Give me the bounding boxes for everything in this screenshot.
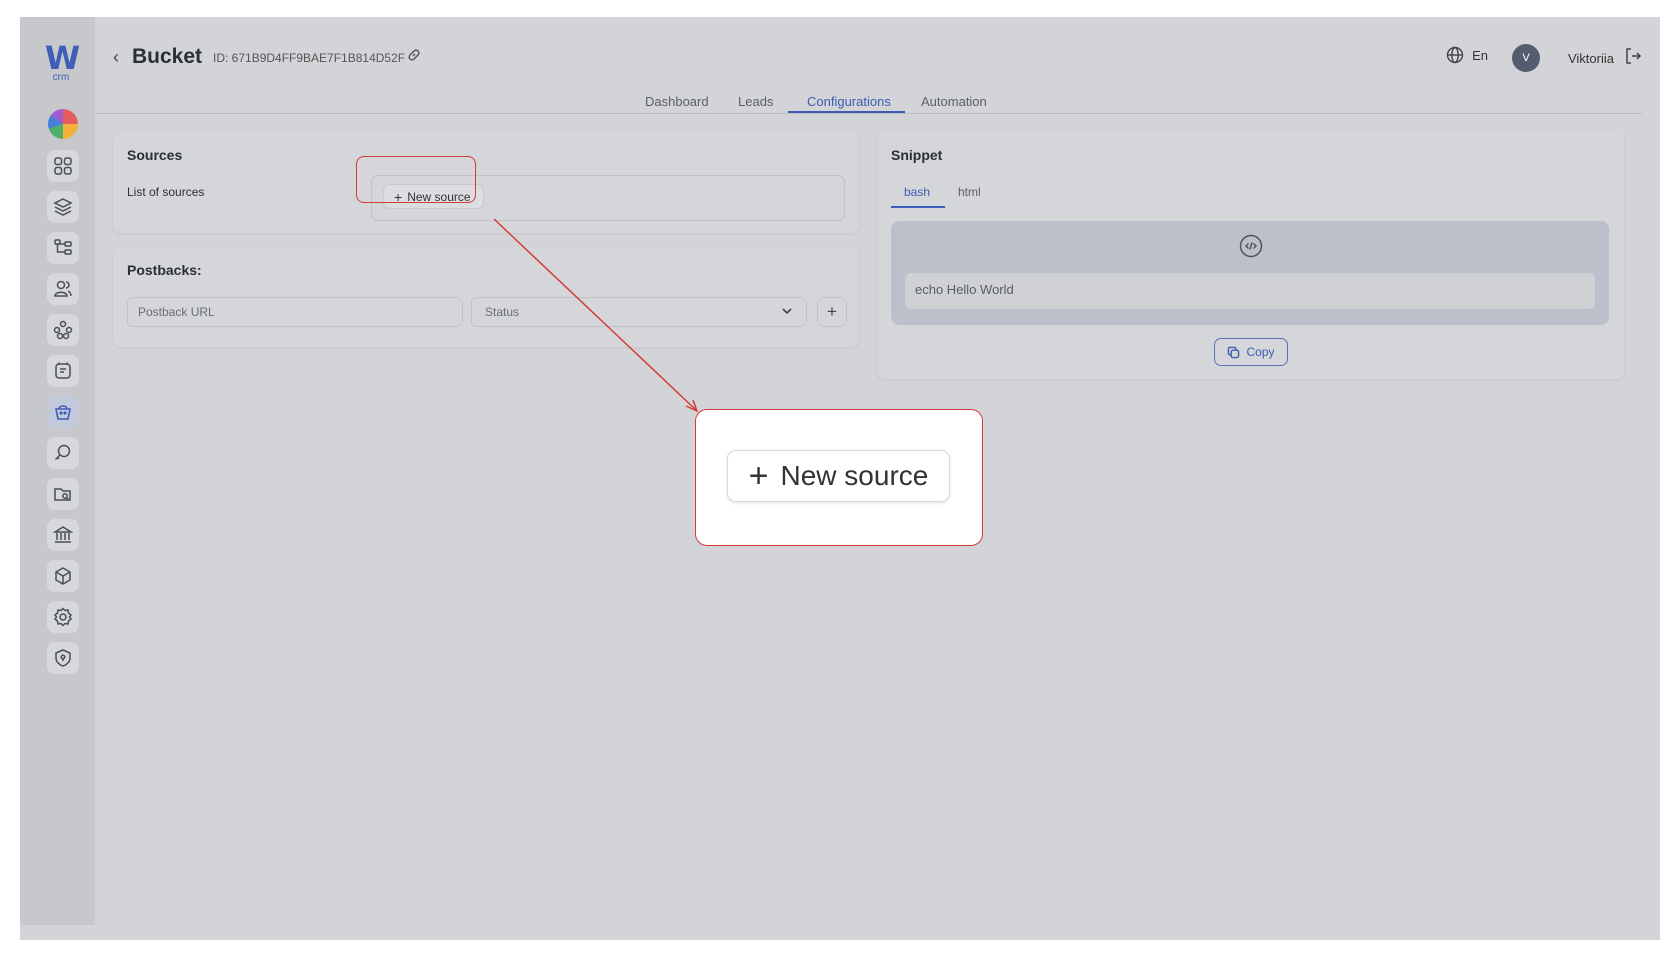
highlight-box [356, 156, 476, 203]
snippet-tab-bash[interactable]: bash [904, 185, 930, 199]
zoom-callout: + New source [695, 409, 983, 546]
code-text[interactable]: echo Hello World [905, 273, 1595, 309]
copy-button[interactable]: Copy [1214, 338, 1288, 366]
copy-label: Copy [1246, 345, 1275, 359]
notes-icon[interactable] [47, 355, 79, 387]
logo-letter: W [44, 39, 80, 77]
copy-link-icon[interactable] [406, 47, 422, 68]
chevron-down-icon [781, 305, 793, 320]
user-name[interactable]: Viktoriia [1568, 51, 1614, 66]
key-search-icon[interactable] [47, 437, 79, 469]
globe-icon [1446, 46, 1464, 64]
layers-icon[interactable] [47, 191, 79, 223]
settings-icon[interactable] [47, 601, 79, 633]
back-arrow-icon[interactable]: ‹ [113, 47, 119, 68]
tab-leads[interactable]: Leads [738, 94, 773, 109]
active-tab-indicator [788, 111, 905, 113]
sources-card: Sources List of sources + New source [113, 131, 859, 233]
avatar[interactable]: V [1512, 44, 1540, 72]
status-placeholder: Status [485, 305, 520, 319]
tab-configurations[interactable]: Configurations [807, 94, 891, 109]
code-icon [1239, 234, 1263, 263]
bucket-id: ID: 671B9D4FF9BAE7F1B814D52F [213, 51, 406, 65]
language-label: En [1472, 47, 1488, 63]
code-block: echo Hello World [891, 221, 1609, 325]
language-switch[interactable]: En [1446, 46, 1488, 64]
postbacks-card: Postbacks: Postback URL Status + [113, 247, 859, 347]
folder-search-icon[interactable] [47, 478, 79, 510]
list-of-sources-label: List of sources [127, 185, 205, 199]
postback-url-input[interactable]: Postback URL [127, 297, 463, 327]
plus-icon: + [748, 457, 769, 495]
hierarchy-icon[interactable] [47, 232, 79, 264]
snippet-tab-html[interactable]: html [958, 185, 981, 199]
network-icon[interactable] [47, 314, 79, 346]
shield-icon[interactable] [47, 642, 79, 674]
tab-bar: Dashboard Leads Configurations Automatio… [95, 87, 1642, 114]
tab-dashboard[interactable]: Dashboard [645, 94, 709, 109]
status-select[interactable]: Status [471, 297, 807, 327]
logout-icon[interactable] [1624, 47, 1642, 70]
new-source-button-zoomed[interactable]: + New source [727, 450, 950, 502]
postbacks-title: Postbacks: [127, 262, 202, 278]
sidebar: W crm [20, 17, 95, 925]
snippet-active-tab-indicator [891, 206, 945, 208]
snippet-card: Snippet bash html echo Hello World Copy [877, 131, 1624, 379]
users-icon[interactable] [47, 273, 79, 305]
callout-label: New source [780, 460, 929, 491]
add-postback-button[interactable]: + [817, 297, 847, 327]
snippet-title: Snippet [891, 147, 943, 163]
bucket-icon[interactable] [47, 396, 79, 428]
bank-icon[interactable] [47, 519, 79, 551]
dashboard-grid-icon[interactable] [47, 150, 79, 182]
copy-icon [1228, 346, 1240, 358]
tab-automation[interactable]: Automation [921, 94, 987, 109]
cube-icon[interactable] [47, 560, 79, 592]
color-wheel-icon[interactable] [48, 109, 78, 139]
page-title: Bucket [132, 45, 203, 68]
app-logo[interactable]: W crm [42, 39, 80, 83]
sources-title: Sources [127, 147, 183, 163]
